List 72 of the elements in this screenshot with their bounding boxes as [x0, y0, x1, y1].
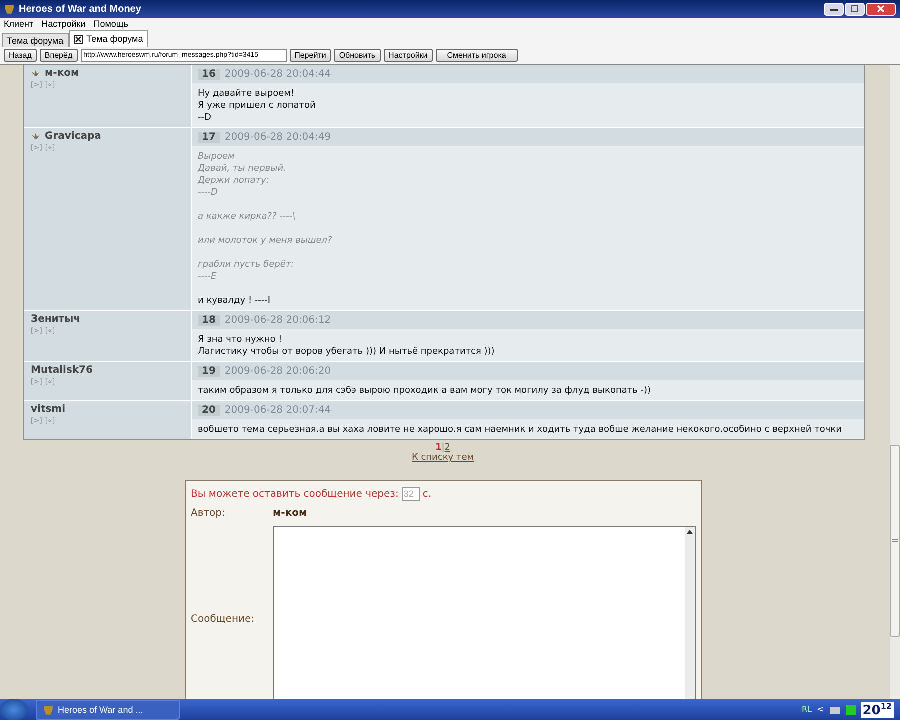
quoted-line: ----E — [198, 271, 218, 283]
author-name[interactable]: vitsmi — [31, 404, 66, 415]
app-icon — [43, 704, 54, 716]
tab[interactable]: Тема форума — [2, 33, 69, 47]
start-button[interactable] — [0, 699, 28, 720]
post-number: 17 — [198, 132, 220, 142]
nav-button[interactable]: Назад — [4, 49, 37, 62]
minimize-button[interactable] — [824, 2, 844, 16]
page-separator: | — [442, 443, 445, 453]
close-icon[interactable] — [74, 34, 83, 44]
quoted-line: Выроем — [198, 151, 236, 163]
language-indicator[interactable]: RL — [802, 705, 812, 714]
author-label: Автор: — [191, 508, 226, 519]
message-line: Лагистику чтобы от воров убегать ))) И нытьё прекратится ))) — [198, 346, 496, 358]
taskbar-button[interactable]: Heroes of War and ... — [36, 700, 180, 720]
maximize-button[interactable] — [845, 2, 865, 16]
author-name[interactable]: Зенитыч — [31, 314, 81, 325]
nav-button[interactable]: Вперёд — [40, 49, 78, 62]
author-value: м-ком — [273, 508, 308, 519]
post-number: 20 — [198, 404, 220, 416]
post-number: 18 — [198, 314, 220, 326]
author-name[interactable]: Gravicapa — [45, 131, 102, 142]
author-name[interactable]: Mutalisk76 — [31, 365, 93, 376]
quoted-line: ----D — [198, 187, 219, 199]
page-link[interactable]: 1 — [435, 443, 442, 453]
author-name[interactable]: м-ком — [45, 68, 80, 79]
close-button[interactable] — [866, 2, 896, 16]
seconds-unit: с. — [422, 488, 432, 500]
page-link[interactable]: 2 — [444, 443, 451, 453]
message-label: Сообщение: — [191, 614, 256, 625]
network-icon[interactable] — [828, 704, 841, 715]
scroll-up-icon[interactable] — [687, 530, 693, 534]
topic-list-link[interactable]: К списку тем — [412, 453, 474, 463]
toolbar-button[interactable]: Настройки — [384, 49, 433, 62]
message-field[interactable] — [273, 526, 696, 699]
post-number: 16 — [198, 68, 220, 80]
quoted-line: а какже кирка?? ----\ — [198, 211, 297, 223]
menu-item[interactable]: Помощь — [94, 19, 129, 29]
window-title: Heroes of War and Money — [19, 4, 142, 14]
app-icon — [4, 4, 15, 14]
scroll-thumb[interactable] — [890, 445, 900, 637]
message-line: Я зна что нужно ! — [198, 334, 284, 346]
message-line: таким образом я только для сэбэ вырою проходик а вам могу ток могилу за флуд выкопать -)) — [198, 385, 652, 397]
message-line: Я уже пришел с лопатой — [198, 100, 317, 112]
menu-item[interactable]: Настройки — [42, 19, 86, 29]
clock: 20$^{12}$ — [860, 702, 894, 718]
tray-expander[interactable]: < — [817, 705, 824, 714]
post-date: 2009-06-28 20:06:20 — [224, 366, 332, 376]
toolbar-button[interactable]: Обновить — [334, 49, 381, 62]
close-icon — [877, 5, 885, 13]
post-date: 2009-06-28 20:06:12 — [224, 314, 332, 326]
menu-item[interactable]: Клиент — [4, 19, 34, 29]
post-date: 2009-06-28 20:04:44 — [224, 68, 332, 80]
quoted-line: грабли пусть берёт: — [198, 259, 296, 271]
tab[interactable]: Тема форума — [68, 30, 148, 47]
status-icon[interactable] — [846, 704, 856, 715]
post-number: 19 — [198, 366, 220, 376]
message-line: --D — [198, 112, 212, 124]
post-date: 2009-06-28 20:07:44 — [224, 404, 332, 416]
toolbar-button[interactable]: Перейти — [290, 49, 332, 62]
quoted-line: или молоток у меня вышел? — [198, 235, 334, 247]
quoted-line: Держи лопату: — [198, 175, 270, 187]
wait-notice: Вы можете оставить сообщение через: — [191, 488, 399, 500]
maximize-icon — [851, 5, 859, 13]
message-line: и кувалду ! ----I — [198, 295, 272, 307]
toolbar-button[interactable]: Сменить игрока — [436, 49, 518, 62]
message-line: Ну давайте выроем! — [198, 88, 296, 100]
post-date: 2009-06-28 20:04:49 — [224, 132, 332, 142]
scrollbar[interactable] — [890, 65, 900, 699]
minimize-icon — [830, 8, 838, 10]
quoted-line: Давай, ты первый. — [198, 163, 288, 175]
message-line: вобшето тема серьезная.а вы хаха ловите не харошо.я сам наемник и ходить туда вобше желание некокого.особино с верхней точки — [198, 424, 843, 436]
